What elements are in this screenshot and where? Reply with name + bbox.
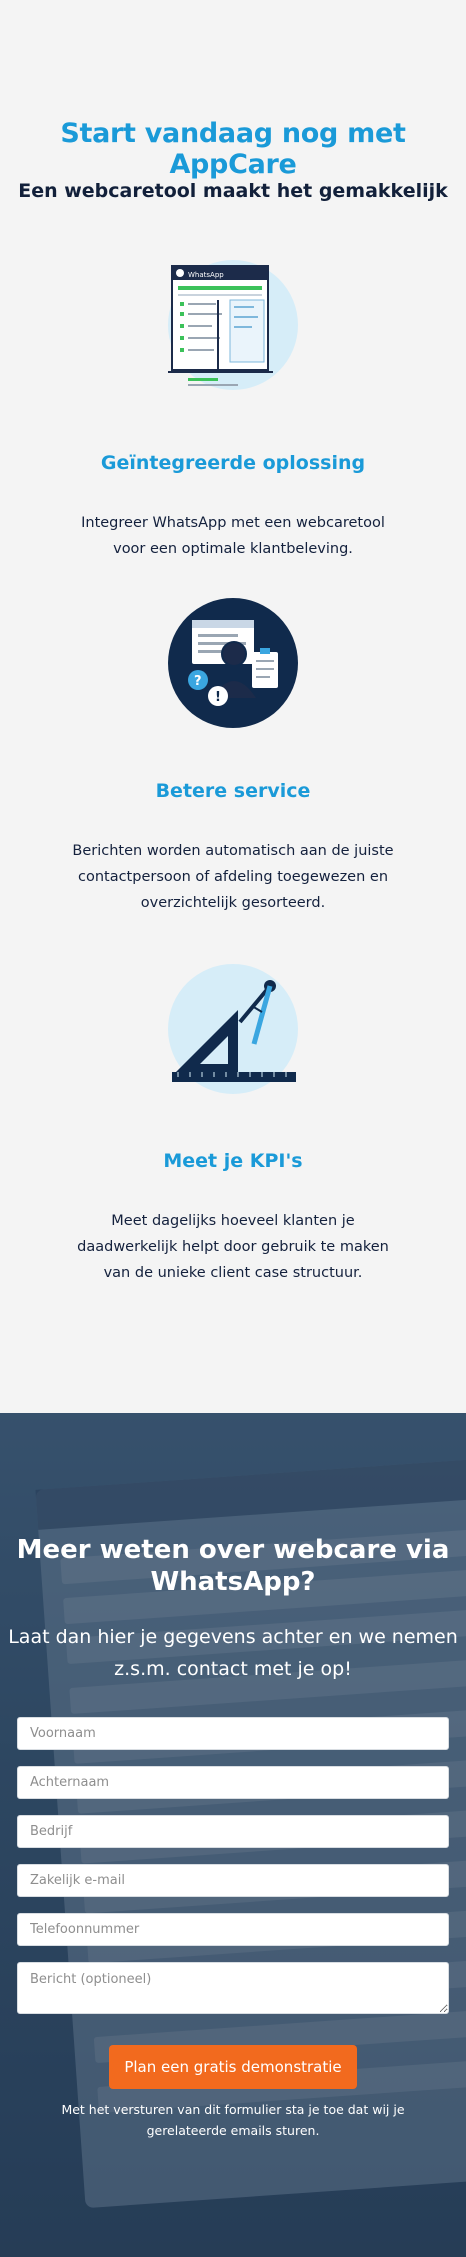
voornaam-input[interactable] [17,1717,449,1750]
svg-text:!: ! [215,690,221,705]
bericht-textarea[interactable] [17,1962,449,2014]
feature-title: Geïntegreerde oplossing [100,452,366,474]
feature-service: ? ! Betere service Berichten worden auto… [0,598,466,916]
form-title: Meer weten over webcare via WhatsApp? [16,1535,450,1597]
feature-integrated: WhatsApp Geïntegreerde oplossing Integre… [0,260,466,562]
feature-text: Meet dagelijks hoeveel klanten je daadwe… [77,1213,389,1281]
feature-text: Berichten worden automatisch aan de juis… [72,843,394,911]
feature-kpi: Meet je KPI's Meet dagelijks hoeveel kla… [0,964,466,1286]
page-title: Start vandaag nog met AppCare [60,118,406,180]
form-disclaimer: Met het versturen van dit formulier sta … [61,2102,405,2138]
svg-text:?: ? [194,674,202,689]
page-subtitle: Een webcaretool maakt het gemakkelijk [18,180,448,202]
customer-service-agent-icon: ? ! [168,598,298,728]
achternaam-input[interactable] [17,1766,449,1799]
plan-demo-button[interactable]: Plan een gratis demonstratie [109,2045,357,2089]
contact-section: Meer weten over webcare via WhatsApp? La… [0,1413,466,2257]
whatsapp-label: WhatsApp [188,271,224,279]
email-input[interactable] [17,1864,449,1897]
feature-text: Integreer WhatsApp met een webcaretool v… [81,515,385,557]
form-subtitle: Laat dan hier je gegevens achter en we n… [8,1626,458,1680]
ruler-compass-icon [168,964,298,1094]
features-section: Start vandaag nog met AppCare Een webcar… [0,0,466,1413]
feature-title: Betere service [155,780,311,802]
bedrijf-input[interactable] [17,1815,449,1848]
telefoon-input[interactable] [17,1913,449,1946]
feature-title: Meet je KPI's [163,1150,303,1172]
whatsapp-webcare-illustration-icon: WhatsApp [168,260,298,390]
